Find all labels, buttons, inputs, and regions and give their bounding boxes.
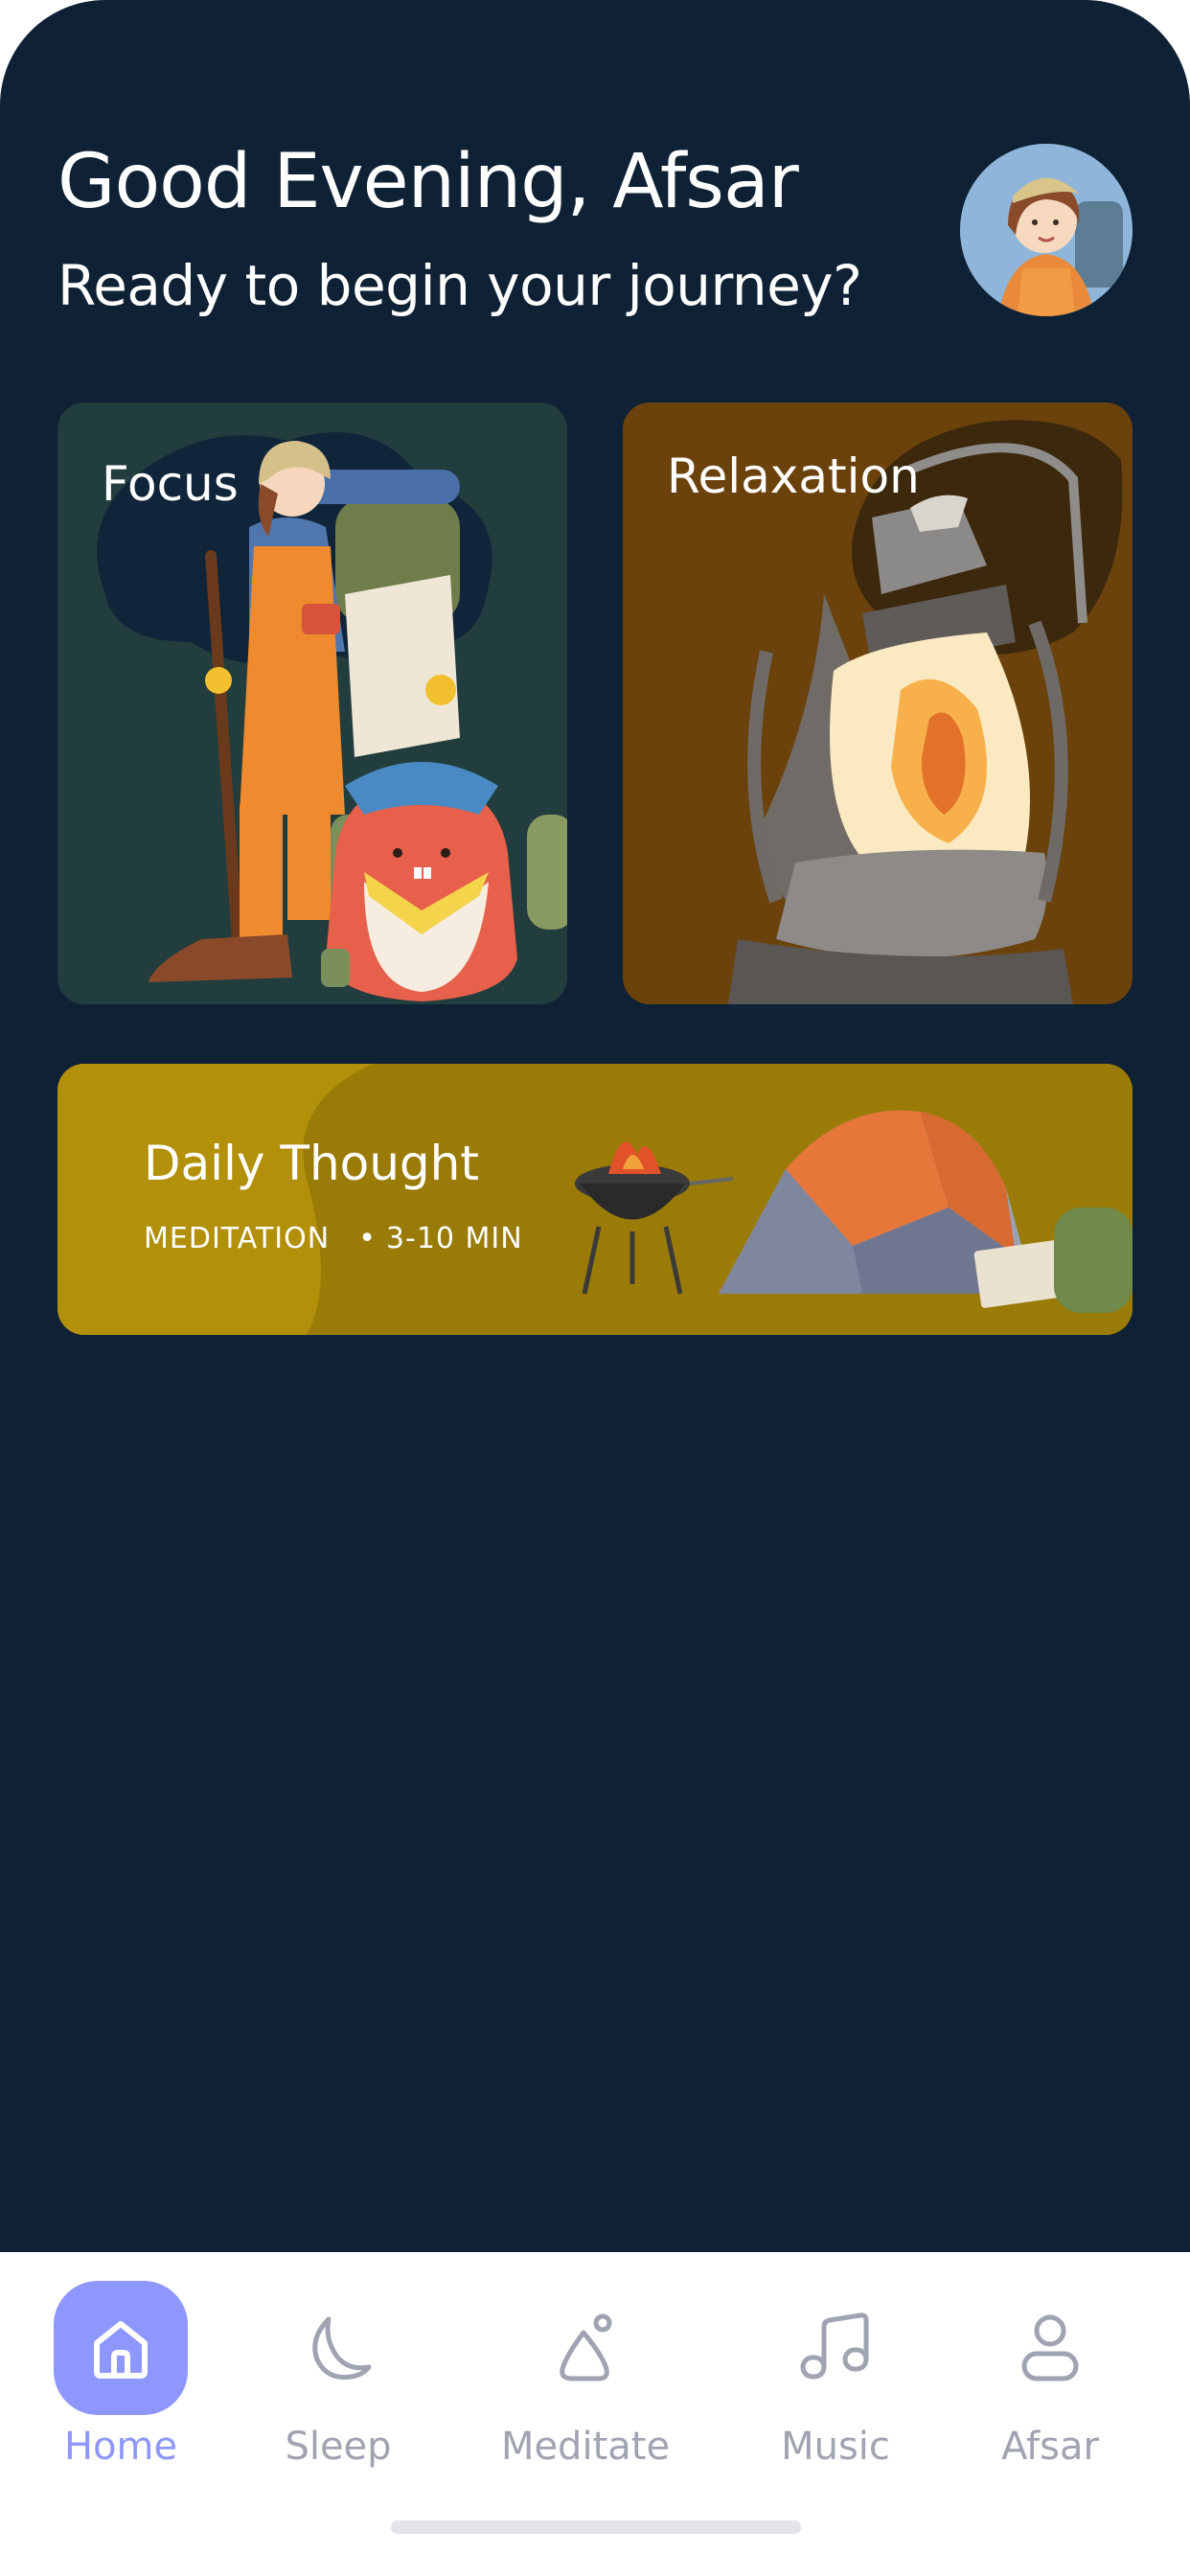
focus-card[interactable]: Focus — [57, 402, 567, 1004]
home-screen: Good Evening, Afsar Ready to begin your … — [0, 0, 1190, 2252]
avatar-illustration-icon — [960, 144, 1133, 316]
moon-icon — [271, 2281, 405, 2415]
greeting-subtitle: Ready to begin your journey? — [57, 253, 862, 318]
tab-music-label: Music — [781, 2425, 890, 2469]
tab-sleep[interactable]: Sleep — [242, 2281, 434, 2469]
meditate-icon — [518, 2281, 652, 2415]
daily-thought-duration: 3-10 MIN — [385, 1222, 523, 1255]
meta-separator: • — [358, 1222, 377, 1255]
daily-thought-card[interactable]: Daily Thought MEDITATION • 3-10 MIN — [57, 1064, 1133, 1335]
camping-illustration-icon — [57, 1064, 1133, 1335]
music-icon — [768, 2281, 903, 2415]
tab-meditate[interactable]: Meditate — [490, 2281, 681, 2469]
profile-icon — [983, 2281, 1117, 2415]
tab-home[interactable]: Home — [25, 2281, 217, 2469]
tab-sleep-label: Sleep — [285, 2425, 392, 2469]
daily-thought-title: Daily Thought — [144, 1136, 479, 1191]
tab-profile[interactable]: Afsar — [954, 2281, 1146, 2469]
home-indicator — [391, 2520, 801, 2534]
tab-meditate-label: Meditate — [500, 2425, 671, 2469]
relaxation-card-title: Relaxation — [667, 448, 920, 504]
daily-thought-category: MEDITATION — [144, 1222, 331, 1255]
relaxation-card[interactable]: Relaxation — [623, 402, 1133, 1004]
focus-card-title: Focus — [102, 456, 239, 512]
tab-profile-label: Afsar — [1001, 2425, 1099, 2469]
home-icon — [54, 2281, 188, 2415]
tab-music[interactable]: Music — [740, 2281, 931, 2469]
greeting-title: Good Evening, Afsar — [57, 139, 799, 225]
daily-thought-meta: MEDITATION • 3-10 MIN — [144, 1222, 523, 1255]
tab-home-label: Home — [63, 2425, 178, 2469]
avatar[interactable] — [960, 144, 1133, 316]
